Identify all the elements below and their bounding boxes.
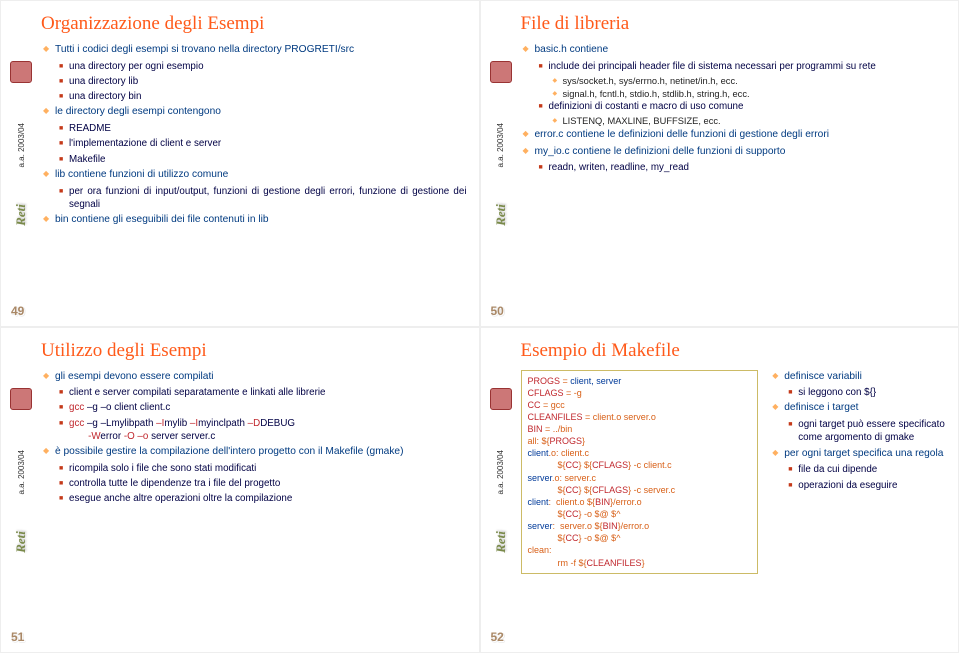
bullet: una directory per ogni esempio	[59, 60, 467, 73]
slide-content: Tutti i codici degli esempi si trovano n…	[41, 43, 467, 227]
bullet: una directory lib	[59, 75, 467, 88]
bullet: sys/socket.h, sys/errno.h, netinet/in.h,…	[553, 75, 947, 88]
brand-label: Reti	[492, 205, 508, 227]
bullet: bin contiene gli eseguibili dei file con…	[43, 213, 467, 227]
bullet: client e server compilati separatamente …	[59, 386, 467, 399]
bullet: lib contiene funzioni di utilizzo comune	[43, 168, 467, 182]
crest-icon	[10, 61, 32, 83]
bullet: my_io.c contiene le definizioni delle fu…	[523, 145, 947, 159]
page-number: 50	[491, 304, 504, 318]
bullet: Makefile	[59, 153, 467, 166]
bullet: gcc –g –o client client.c	[59, 401, 467, 414]
slide-title: File di libreria	[521, 13, 947, 35]
slide-52: a.a. 2003/04 Reti 52 Esempio di Makefile…	[480, 327, 959, 653]
bullet: LISTENQ, MAXLINE, BUFFSIZE, ecc.	[553, 115, 947, 128]
slide-content: gli esempi devono essere compilati clien…	[41, 370, 467, 506]
bullet: è possibile gestire la compilazione dell…	[43, 445, 467, 459]
page-number: 49	[11, 304, 24, 318]
brand-label: Reti	[492, 531, 508, 553]
slide-content: basic.h contiene include dei principali …	[521, 43, 947, 175]
side-rail: a.a. 2003/04 Reti	[485, 61, 517, 318]
bullet: error.c contiene le definizioni delle fu…	[523, 128, 947, 142]
bullet: gcc –g –Lmylibpath –Imylib –Imyinclpath …	[59, 417, 467, 443]
slide-content: PROGS = client, server CFLAGS = -g CC = …	[521, 370, 947, 574]
slide-title: Utilizzo degli Esempi	[41, 340, 467, 362]
bullet: l'implementazione di client e server	[59, 137, 467, 150]
year-label: a.a. 2003/04	[17, 123, 26, 167]
year-label: a.a. 2003/04	[496, 450, 505, 494]
year-label: a.a. 2003/04	[17, 450, 26, 494]
bullet: esegue anche altre operazioni oltre la c…	[59, 492, 467, 505]
bullet: per ogni target specifica una regola	[772, 447, 946, 461]
slide-50: a.a. 2003/04 Reti 50 File di libreria ba…	[480, 0, 959, 327]
bullet: file da cui dipende	[788, 463, 946, 476]
slide-title: Esempio di Makefile	[521, 340, 947, 362]
crest-icon	[490, 388, 512, 410]
bullet: si leggono con ${}	[788, 386, 946, 399]
bullet: operazioni da eseguire	[788, 479, 946, 492]
bullet: le directory degli esempi contengono	[43, 105, 467, 119]
bullet: ogni target può essere specificato come …	[788, 418, 946, 444]
side-rail: a.a. 2003/04 Reti	[485, 388, 517, 645]
makefile-code: PROGS = client, server CFLAGS = -g CC = …	[521, 370, 759, 574]
crest-icon	[490, 61, 512, 83]
side-rail: a.a. 2003/04 Reti	[5, 388, 37, 645]
bullet: una directory bin	[59, 90, 467, 103]
crest-icon	[10, 388, 32, 410]
page-number: 52	[491, 630, 504, 644]
bullet: definisce i target	[772, 401, 946, 415]
bullet: README	[59, 122, 467, 135]
slide-title: Organizzazione degli Esempi	[41, 13, 467, 35]
brand-label: Reti	[13, 531, 29, 553]
bullet: Tutti i codici degli esempi si trovano n…	[43, 43, 467, 57]
page-number: 51	[11, 630, 24, 644]
year-label: a.a. 2003/04	[496, 123, 505, 167]
bullet: ricompila solo i file che sono stati mod…	[59, 462, 467, 475]
bullet: definisce variabili	[772, 370, 946, 384]
bullet: include dei principali header file di si…	[539, 60, 947, 73]
bullet: controlla tutte le dipendenze tra i file…	[59, 477, 467, 490]
bullet: signal.h, fcntl.h, stdio.h, stdlib.h, st…	[553, 88, 947, 101]
bullet: readn, writen, readline, my_read	[539, 161, 947, 174]
brand-label: Reti	[13, 205, 29, 227]
bullet: definizioni di costanti e macro di uso c…	[539, 100, 947, 113]
side-rail: a.a. 2003/04 Reti	[5, 61, 37, 318]
slide-49: a.a. 2003/04 Reti 49 Organizzazione degl…	[0, 0, 480, 327]
bullet: gli esempi devono essere compilati	[43, 370, 467, 384]
bullet: per ora funzioni di input/output, funzio…	[59, 185, 467, 211]
slide-51: a.a. 2003/04 Reti 51 Utilizzo degli Esem…	[0, 327, 480, 653]
bullet: basic.h contiene	[523, 43, 947, 57]
